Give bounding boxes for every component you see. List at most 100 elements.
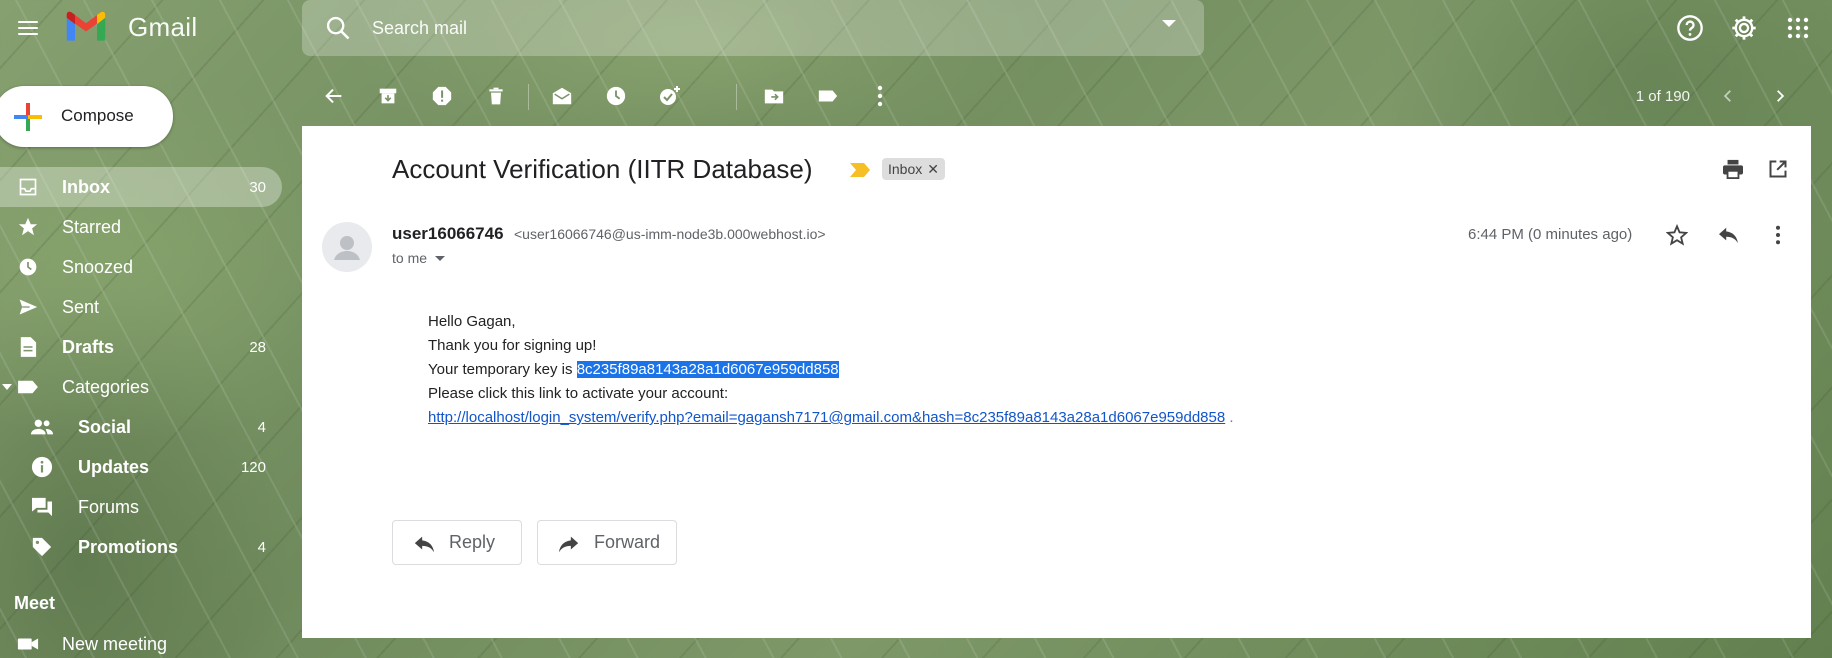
top-bar: Gmail	[0, 0, 1832, 56]
pagination-count: 1 of 190	[1635, 88, 1690, 105]
people-icon	[30, 415, 54, 439]
meet-section-title: Meet	[14, 593, 56, 613]
gmail-logo-icon[interactable]	[64, 8, 108, 44]
reply-icon	[414, 536, 435, 553]
link-suffix: .	[1225, 409, 1234, 426]
snooze-clock-icon[interactable]	[600, 80, 632, 112]
info-icon	[30, 455, 54, 479]
label-icon	[16, 375, 40, 399]
unread-count: 30	[249, 178, 266, 196]
unread-count: 4	[257, 538, 266, 556]
message-timestamp: 6:44 PM (0 minutes ago)	[1468, 226, 1633, 243]
search-icon[interactable]	[324, 14, 352, 42]
main-menu-icon[interactable]	[12, 12, 44, 44]
message-body: Hello Gagan, Thank you for signing up! Y…	[428, 310, 1234, 430]
sidebar-item-label: Sent	[62, 296, 100, 317]
sidebar-item-updates[interactable]: Updates 120	[0, 447, 282, 487]
sidebar-item-label: Forums	[78, 496, 140, 517]
newer-chevron-left-icon[interactable]	[1714, 82, 1742, 110]
print-icon[interactable]	[1718, 154, 1748, 184]
sidebar-nav: Inbox 30 Starred Snoozed Sent Drafts 28 …	[0, 167, 282, 567]
video-camera-icon	[16, 632, 40, 656]
draft-icon	[16, 335, 40, 359]
star-icon	[16, 215, 40, 239]
inbox-label-chip: Inbox ✕	[882, 158, 945, 180]
sidebar-item-promotions[interactable]: Promotions 4	[0, 527, 282, 567]
clock-icon	[16, 255, 40, 279]
more-options-icon[interactable]	[864, 80, 896, 112]
sidebar-item-categories[interactable]: Categories	[0, 367, 282, 407]
important-marker-icon[interactable]	[849, 162, 871, 178]
settings-gear-icon[interactable]	[1728, 12, 1760, 44]
sender-avatar[interactable]	[322, 222, 372, 272]
compose-button[interactable]: Compose	[0, 86, 173, 147]
mark-unread-icon[interactable]	[546, 80, 578, 112]
sidebar-item-label: Promotions	[78, 536, 179, 557]
inbox-icon	[16, 175, 40, 199]
report-spam-icon[interactable]	[426, 80, 458, 112]
sender-email: <user16066746@us-imm-node3b.000webhost.i…	[514, 226, 826, 242]
reply-arrow-icon[interactable]	[1713, 220, 1743, 250]
brand-name[interactable]: Gmail	[128, 12, 197, 43]
label-chip-text: Inbox	[888, 161, 923, 177]
forward-button[interactable]: Forward	[537, 520, 677, 565]
sidebar-item-label: Snoozed	[62, 256, 134, 277]
star-message-icon[interactable]	[1662, 220, 1692, 250]
move-to-folder-icon[interactable]	[758, 80, 790, 112]
sidebar-item-label: Inbox	[62, 176, 110, 197]
compose-label: Compose	[61, 106, 134, 125]
labels-tag-icon[interactable]	[812, 80, 844, 112]
compose-plus-icon	[14, 103, 42, 131]
show-details-caret-icon[interactable]	[435, 255, 446, 261]
sidebar-item-inbox[interactable]: Inbox 30	[0, 167, 282, 207]
sidebar-item-label: Updates	[78, 456, 150, 477]
new-meeting-button[interactable]: New meeting	[0, 624, 282, 658]
sidebar-item-label: Starred	[62, 216, 122, 237]
sidebar-item-sent[interactable]: Sent	[0, 287, 282, 327]
forward-icon	[558, 536, 579, 553]
toolbar-divider	[736, 84, 737, 110]
apps-grid-icon[interactable]	[1782, 12, 1814, 44]
verify-link[interactable]: http://localhost/login_system/verify.php…	[428, 409, 1225, 426]
more-vertical-icon[interactable]	[1763, 220, 1793, 250]
unread-count: 4	[257, 418, 266, 436]
reply-button[interactable]: Reply	[392, 520, 522, 565]
help-icon[interactable]	[1674, 12, 1706, 44]
sidebar-item-social[interactable]: Social 4	[0, 407, 282, 447]
draft-count: 28	[249, 338, 266, 356]
new-meeting-label: New meeting	[62, 633, 168, 654]
sidebar-item-label: Drafts	[62, 336, 115, 357]
open-in-new-window-icon[interactable]	[1763, 154, 1793, 184]
remove-label-icon[interactable]: ✕	[927, 161, 939, 178]
archive-icon[interactable]	[372, 80, 404, 112]
back-arrow-icon[interactable]	[318, 80, 350, 112]
sidebar-item-starred[interactable]: Starred	[0, 207, 282, 247]
body-line: Thank you for signing up!	[428, 337, 597, 354]
recipient-details[interactable]: to me	[392, 250, 446, 266]
search-input[interactable]	[372, 12, 1132, 44]
sidebar-item-drafts[interactable]: Drafts 28	[0, 327, 282, 367]
sidebar-item-snoozed[interactable]: Snoozed	[0, 247, 282, 287]
message-subject: Account Verification (IITR Database)	[392, 154, 813, 184]
body-greeting: Hello Gagan,	[428, 313, 516, 330]
recipient-label: to me	[392, 250, 428, 266]
temporary-key-selected[interactable]: 8c235f89a8143a28a1d6067e959dd858	[576, 361, 839, 378]
forum-icon	[30, 495, 54, 519]
sidebar-item-forums[interactable]: Forums	[0, 487, 282, 527]
send-icon	[16, 295, 40, 319]
body-key-prefix: Your temporary key is	[428, 361, 577, 378]
search-options-icon[interactable]	[1162, 20, 1176, 27]
sidebar-item-label: Social	[78, 416, 132, 437]
delete-trash-icon[interactable]	[480, 80, 512, 112]
search-bar	[302, 0, 1204, 56]
forward-label: Forward	[594, 532, 661, 552]
older-chevron-right-icon[interactable]	[1766, 82, 1794, 110]
add-to-tasks-icon[interactable]	[654, 80, 686, 112]
sender-name: user16066746	[392, 224, 504, 243]
body-key-line: Your temporary key is 8c235f89a8143a28a1…	[428, 358, 1234, 382]
body-link-line: http://localhost/login_system/verify.php…	[428, 406, 1234, 430]
unread-count: 120	[240, 458, 266, 476]
expand-caret-icon[interactable]	[2, 384, 12, 390]
tag-icon	[30, 535, 54, 559]
toolbar-divider	[528, 84, 529, 110]
